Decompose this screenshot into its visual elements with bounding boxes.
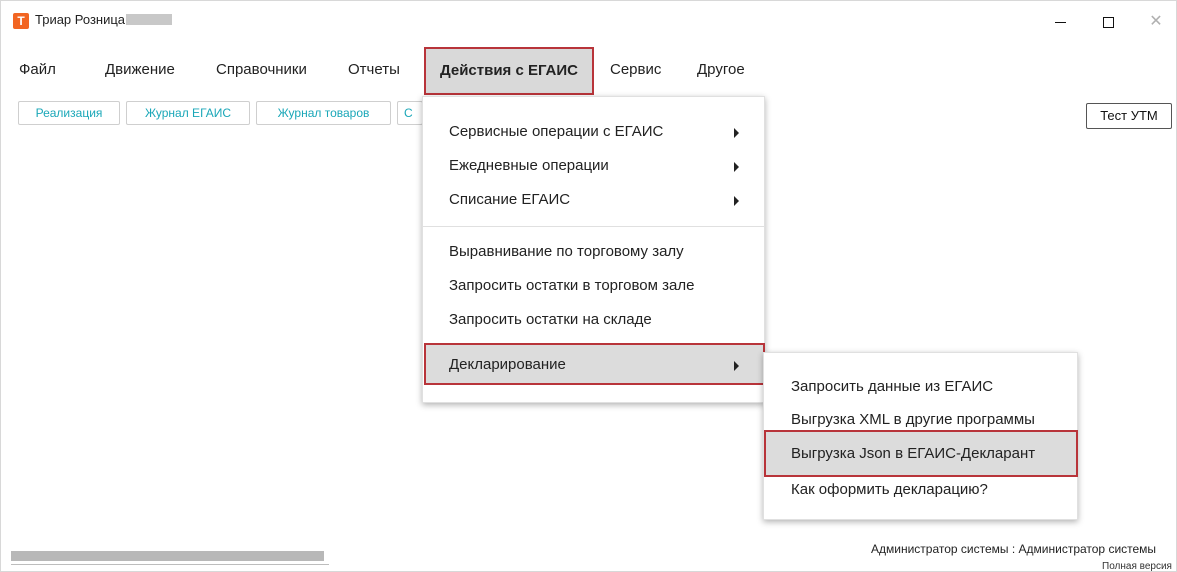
dropdown-item-align-trading-hall[interactable]: Выравнивание по торговому залу: [449, 243, 684, 260]
dropdown-item-request-warehouse-stock[interactable]: Запросить остатки на складе: [449, 311, 652, 328]
close-icon: ✕: [1149, 13, 1163, 30]
egais-actions-dropdown: Сервисные операции с ЕГАИС Ежедневные оп…: [422, 96, 765, 403]
dropdown-item-egais-writeoff[interactable]: Списание ЕГАИС: [449, 191, 570, 208]
submenu-arrow-icon: [734, 361, 739, 371]
dropdown-item-declaration[interactable]: Декларирование: [424, 343, 765, 385]
submenu-item-export-json-label: Выгрузка Json в ЕГАИС-Декларант: [791, 445, 1036, 462]
submenu-arrow-icon: [734, 196, 739, 206]
current-user-label: Администратор системы : Администратор си…: [871, 542, 1157, 556]
menu-file[interactable]: Файл: [19, 61, 56, 78]
version-label: Полная версия: [1102, 561, 1172, 572]
declaration-submenu: Запросить данные из ЕГАИС Выгрузка XML в…: [763, 352, 1078, 520]
menu-movement[interactable]: Движение: [105, 61, 175, 78]
submenu-item-how-to-declare[interactable]: Как оформить декларацию?: [791, 481, 988, 498]
dropdown-item-service-operations[interactable]: Сервисные операции с ЕГАИС: [449, 123, 663, 140]
menu-separator: [423, 226, 764, 227]
window-title: Триар Розница: [35, 12, 126, 27]
minimize-icon: [1054, 21, 1066, 23]
toolbar-realization-button[interactable]: Реализация: [18, 101, 120, 125]
dropdown-item-request-hall-stock[interactable]: Запросить остатки в торговом зале: [449, 277, 694, 294]
submenu-arrow-icon: [734, 162, 739, 172]
redacted-title-suffix: [126, 14, 172, 25]
maximize-icon: [1102, 16, 1114, 28]
menu-service[interactable]: Сервис: [610, 61, 661, 78]
menu-references[interactable]: Справочники: [216, 61, 307, 78]
dropdown-item-daily-operations[interactable]: Ежедневные операции: [449, 157, 609, 174]
close-button[interactable]: ✕: [1133, 7, 1177, 35]
app-logo-icon: Т: [13, 13, 29, 29]
redacted-status-text: [11, 551, 324, 561]
dropdown-item-declaration-label: Декларирование: [449, 356, 566, 373]
menu-reports[interactable]: Отчеты: [348, 61, 400, 78]
status-divider: [11, 564, 329, 565]
toolbar-egais-journal-button[interactable]: Журнал ЕГАИС: [126, 101, 250, 125]
submenu-arrow-icon: [734, 128, 739, 138]
submenu-item-export-xml[interactable]: Выгрузка XML в другие программы: [791, 411, 1035, 428]
minimize-button[interactable]: [1037, 7, 1083, 35]
submenu-item-export-json[interactable]: Выгрузка Json в ЕГАИС-Декларант: [764, 430, 1078, 477]
maximize-button[interactable]: [1085, 7, 1131, 35]
submenu-item-request-egais-data[interactable]: Запросить данные из ЕГАИС: [791, 378, 993, 395]
toolbar-partial-button[interactable]: С: [397, 101, 423, 125]
toolbar-goods-journal-button[interactable]: Журнал товаров: [256, 101, 391, 125]
menu-egais-actions[interactable]: Действия с ЕГАИС: [424, 47, 594, 95]
menu-egais-actions-label: Действия с ЕГАИС: [439, 62, 578, 79]
test-utm-button[interactable]: Тест УТМ: [1086, 103, 1172, 129]
menu-other[interactable]: Другое: [697, 61, 745, 78]
title-bar: Т Триар Розница ✕: [1, 1, 1176, 41]
app-window: Т Триар Розница ✕ Файл Движение Справочн…: [0, 0, 1177, 572]
